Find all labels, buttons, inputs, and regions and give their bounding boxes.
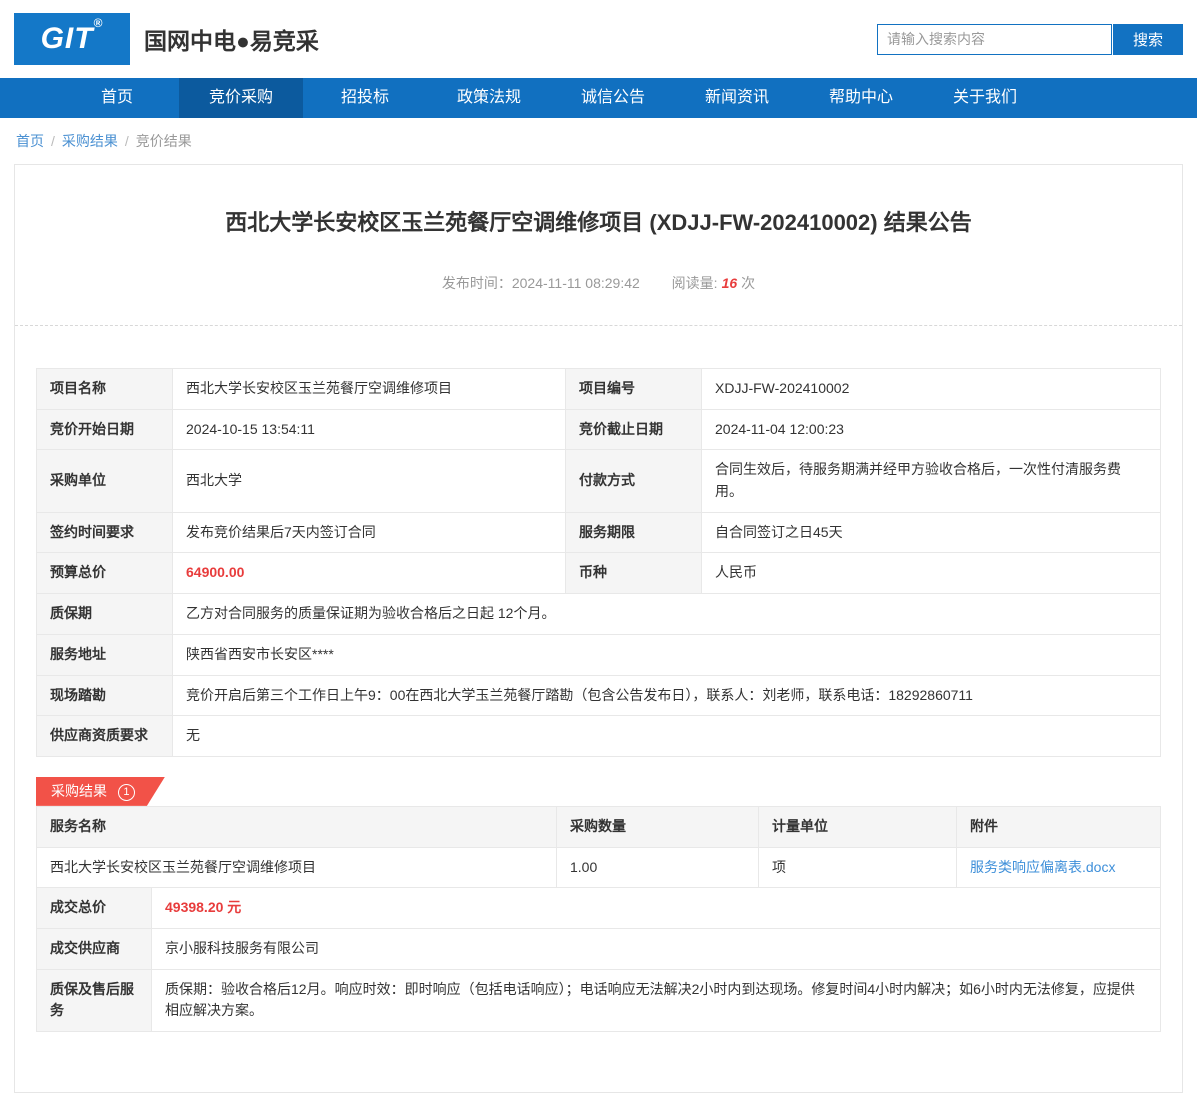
- result-table-header-row: 服务名称 采购数量 计量单位 附件: [36, 805, 1161, 848]
- label-warranty-aftersale: 质保及售后服务: [36, 968, 152, 1033]
- page-header: GIT® 国网中电●易竞采 搜索: [0, 0, 1197, 78]
- value-currency: 人民币: [701, 552, 1161, 595]
- views-unit: 次: [741, 275, 756, 291]
- table-row: 成交供应商 京小服科技服务有限公司: [36, 927, 1161, 970]
- nav-item-tenders[interactable]: 招投标: [303, 78, 427, 118]
- value-deal-total-price: 49398.20 元: [151, 887, 1161, 929]
- site-logo[interactable]: GIT®: [14, 13, 130, 65]
- label-signing-time: 签约时间要求: [36, 511, 173, 554]
- value-quantity: 1.00: [556, 846, 759, 889]
- announcement-head: 西北大学长安校区玉兰苑餐厅空调维修项目 (XDJJ-FW-202410002) …: [15, 165, 1182, 326]
- value-warranty-period: 乙方对合同服务的质量保证期为验收合格后之日起 12个月。: [172, 593, 1161, 635]
- search-button[interactable]: 搜索: [1113, 23, 1183, 55]
- main-nav: 首页 竞价采购 招投标 政策法规 诚信公告 新闻资讯 帮助中心 关于我们: [0, 78, 1197, 118]
- header-quantity: 采购数量: [556, 805, 759, 848]
- value-supplier-qualification: 无: [172, 715, 1161, 757]
- registered-mark-icon: ®: [93, 16, 104, 30]
- value-signing-time: 发布竞价结果后7天内签订合同: [172, 511, 566, 554]
- header-attachment: 附件: [956, 805, 1161, 848]
- nav-item-about-us[interactable]: 关于我们: [923, 78, 1047, 118]
- nav-item-home[interactable]: 首页: [55, 78, 179, 118]
- breadcrumb-current: 竞价结果: [135, 133, 192, 149]
- label-site-survey: 现场踏勘: [36, 674, 173, 717]
- label-service-address: 服务地址: [36, 633, 173, 676]
- search-input[interactable]: [877, 23, 1112, 55]
- procurement-result-label: 采购结果: [51, 782, 107, 799]
- breadcrumb-separator: /: [124, 133, 129, 149]
- table-row: 采购单位 西北大学 付款方式 合同生效后，待服务期满并经甲方验收合格后，一次性付…: [36, 449, 1161, 513]
- label-project-number: 项目编号: [565, 368, 702, 410]
- publish-time-value: 2024-11-11 08:29:42: [511, 275, 640, 291]
- procurement-result-badge: 采购结果 1: [36, 777, 165, 806]
- result-table: 服务名称 采购数量 计量单位 附件 西北大学长安校区玉兰苑餐厅空调维修项目 1.…: [36, 805, 1161, 889]
- label-budget-total: 预算总价: [36, 552, 173, 595]
- label-winning-supplier: 成交供应商: [36, 927, 152, 970]
- breadcrumb: 首页 / 采购结果 / 竞价结果: [0, 118, 1197, 162]
- publish-time-label: 发布时间：: [441, 275, 512, 291]
- label-payment-method: 付款方式: [565, 449, 702, 513]
- value-winning-supplier: 京小服科技服务有限公司: [151, 927, 1161, 970]
- table-row: 预算总价 64900.00 币种 人民币: [36, 552, 1161, 595]
- value-warranty-aftersale: 质保期：验收合格后12月。响应时效：即时响应（包括电话响应）；电话响应无法解决2…: [151, 968, 1161, 1033]
- logo-text: GIT®: [40, 16, 104, 55]
- label-supplier-qualification: 供应商资质要求: [36, 715, 173, 757]
- views-label: 阅读量:: [671, 275, 718, 291]
- value-payment-method: 合同生效后，待服务期满并经甲方验收合格后，一次性付清服务费用。: [701, 449, 1161, 513]
- result-table-row: 西北大学长安校区玉兰苑餐厅空调维修项目 1.00 项 服务类响应偏离表.docx: [36, 846, 1161, 889]
- project-info-table: 项目名称 西北大学长安校区玉兰苑餐厅空调维修项目 项目编号 XDJJ-FW-20…: [36, 368, 1161, 757]
- value-purchasing-unit: 西北大学: [172, 449, 566, 513]
- table-row: 签约时间要求 发布竞价结果后7天内签订合同 服务期限 自合同签订之日45天: [36, 511, 1161, 554]
- nav-item-integrity-notices[interactable]: 诚信公告: [551, 78, 675, 118]
- nav-item-bidding-procurement[interactable]: 竞价采购: [179, 78, 303, 118]
- table-row: 成交总价 49398.20 元: [36, 887, 1161, 929]
- breadcrumb-separator: /: [51, 133, 55, 149]
- result-summary-table: 成交总价 49398.20 元 成交供应商 京小服科技服务有限公司 质保及售后服…: [36, 887, 1161, 1033]
- value-service-period: 自合同签订之日45天: [701, 511, 1161, 554]
- nav-item-help-center[interactable]: 帮助中心: [799, 78, 923, 118]
- value-service-address: 陕西省西安市长安区****: [172, 633, 1161, 676]
- header-unit: 计量单位: [758, 805, 957, 848]
- value-project-number: XDJJ-FW-202410002: [701, 368, 1161, 410]
- table-row: 供应商资质要求 无: [36, 715, 1161, 757]
- value-bid-end-date: 2024-11-04 12:00:23: [701, 408, 1161, 451]
- header-service-name: 服务名称: [36, 805, 557, 848]
- site-name: 国网中电●易竞采: [144, 28, 319, 54]
- nav-item-news[interactable]: 新闻资讯: [675, 78, 799, 118]
- breadcrumb-procurement-results[interactable]: 采购结果: [62, 133, 118, 149]
- value-bid-start-date: 2024-10-15 13:54:11: [172, 408, 566, 451]
- table-row: 项目名称 西北大学长安校区玉兰苑餐厅空调维修项目 项目编号 XDJJ-FW-20…: [36, 368, 1161, 410]
- value-unit: 项: [758, 846, 957, 889]
- page-title: 西北大学长安校区玉兰苑餐厅空调维修项目 (XDJJ-FW-202410002) …: [225, 210, 972, 235]
- value-site-survey: 竞价开启后第三个工作日上午9：00在西北大学玉兰苑餐厅踏勘（包含公告发布日），联…: [172, 674, 1161, 717]
- table-row: 质保及售后服务 质保期：验收合格后12月。响应时效：即时响应（包括电话响应）；电…: [36, 968, 1161, 1033]
- label-project-name: 项目名称: [36, 368, 173, 410]
- value-service-name: 西北大学长安校区玉兰苑餐厅空调维修项目: [36, 846, 557, 889]
- label-service-period: 服务期限: [565, 511, 702, 554]
- attachment-link[interactable]: 服务类响应偏离表.docx: [970, 859, 1115, 875]
- table-row: 现场踏勘 竞价开启后第三个工作日上午9：00在西北大学玉兰苑餐厅踏勘（包含公告发…: [36, 674, 1161, 717]
- label-purchasing-unit: 采购单位: [36, 449, 173, 513]
- breadcrumb-home[interactable]: 首页: [16, 133, 44, 149]
- label-warranty-period: 质保期: [36, 593, 173, 635]
- views-count: 16: [721, 275, 738, 291]
- table-row: 竞价开始日期 2024-10-15 13:54:11 竞价截止日期 2024-1…: [36, 408, 1161, 451]
- article-meta: 发布时间：2024-11-11 08:29:42 阅读量: 16 次: [45, 273, 1152, 293]
- table-row: 质保期 乙方对合同服务的质量保证期为验收合格后之日起 12个月。: [36, 593, 1161, 635]
- label-currency: 币种: [565, 552, 702, 595]
- label-deal-total-price: 成交总价: [36, 887, 152, 929]
- search-bar: 搜索: [877, 23, 1183, 55]
- announcement-card: 西北大学长安校区玉兰苑餐厅空调维修项目 (XDJJ-FW-202410002) …: [14, 164, 1183, 1093]
- table-row: 服务地址 陕西省西安市长安区****: [36, 633, 1161, 676]
- label-bid-end-date: 竞价截止日期: [565, 408, 702, 451]
- value-project-name: 西北大学长安校区玉兰苑餐厅空调维修项目: [172, 368, 566, 410]
- announcement-body: 项目名称 西北大学长安校区玉兰苑餐厅空调维修项目 项目编号 XDJJ-FW-20…: [15, 368, 1182, 1092]
- nav-item-policies[interactable]: 政策法规: [427, 78, 551, 118]
- value-budget-total: 64900.00: [172, 552, 566, 595]
- result-count-badge: 1: [118, 784, 135, 801]
- label-bid-start-date: 竞价开始日期: [36, 408, 173, 451]
